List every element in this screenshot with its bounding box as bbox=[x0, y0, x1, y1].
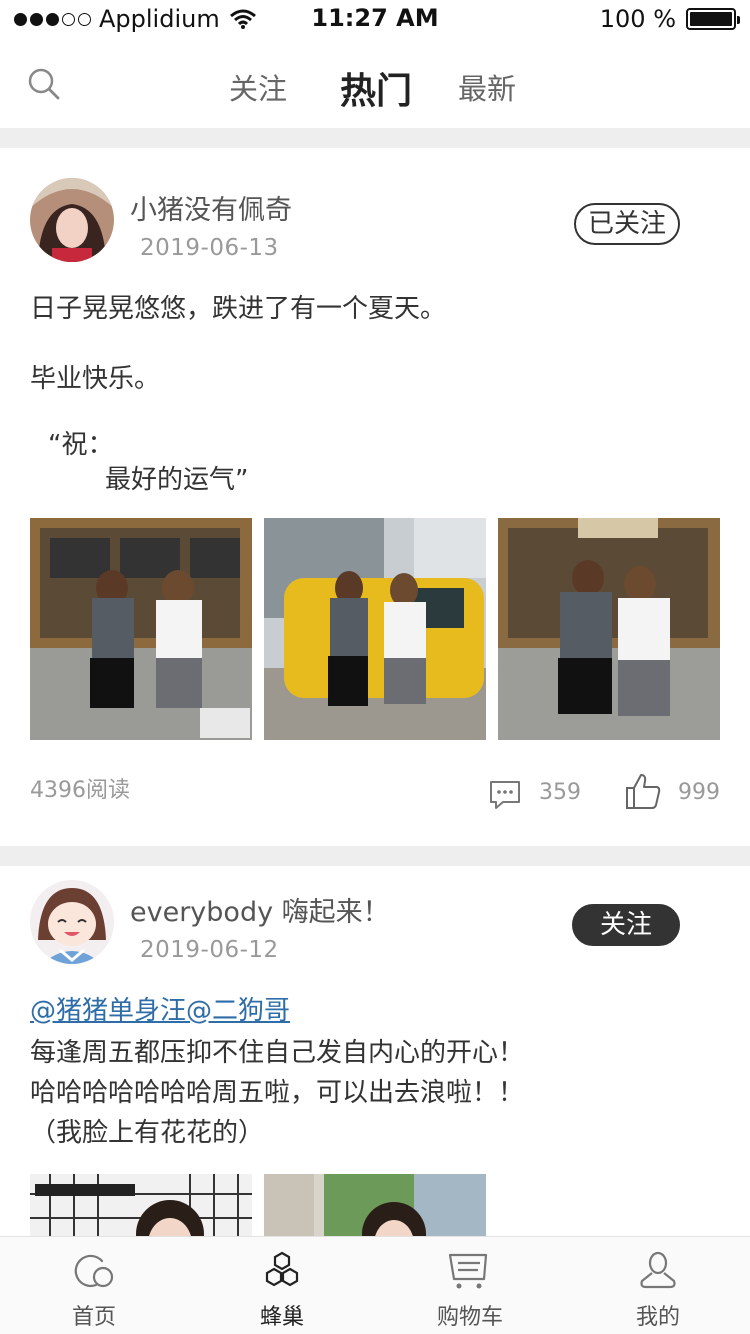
hive-icon bbox=[265, 1251, 299, 1287]
tab-hot[interactable]: 热门 bbox=[340, 62, 412, 114]
tab-hive-label: 蜂巢 bbox=[259, 1305, 304, 1330]
mention-link[interactable]: @猪猪单身汪@二狗哥 bbox=[30, 990, 290, 1027]
section-divider bbox=[0, 846, 750, 866]
comment-count: 359 bbox=[539, 780, 581, 805]
tab-cart-label: 购物车 bbox=[436, 1305, 503, 1330]
tab-home[interactable]: 首页 bbox=[0, 1237, 188, 1334]
post-text-line: 日子晃晃悠悠，跌进了有一个夏天。 bbox=[30, 294, 447, 324]
avatar[interactable] bbox=[30, 178, 114, 262]
post-username[interactable]: 小猪没有佩奇 bbox=[130, 188, 292, 227]
post-username[interactable]: everybody 嗨起来！ bbox=[130, 890, 390, 929]
like-count: 999 bbox=[678, 780, 720, 805]
bottom-tab-bar: 首页 蜂巢 购物车 我的 bbox=[0, 1236, 750, 1334]
post-photo[interactable] bbox=[498, 518, 720, 740]
cart-icon bbox=[448, 1253, 488, 1289]
followed-button[interactable]: 已关注 bbox=[573, 203, 680, 245]
like-icon[interactable] bbox=[624, 772, 662, 810]
home-icon bbox=[74, 1254, 114, 1288]
post-photo[interactable] bbox=[30, 518, 252, 740]
post-card: 小猪没有佩奇 2019-06-13 已关注 日子晃晃悠悠，跌进了有一个夏天。 毕… bbox=[0, 148, 750, 846]
post-photo[interactable] bbox=[264, 1174, 486, 1236]
top-nav: 关注 热门 最新 bbox=[0, 40, 750, 128]
post-photo[interactable] bbox=[264, 518, 486, 740]
feed-tabs: 关注 热门 最新 bbox=[0, 40, 750, 128]
tab-following[interactable]: 关注 bbox=[229, 66, 287, 108]
battery-icon bbox=[686, 8, 740, 30]
follow-button[interactable]: 关注 bbox=[572, 904, 680, 946]
post-text-line: 最好的运气” bbox=[105, 465, 249, 495]
tab-profile-label: 我的 bbox=[635, 1305, 680, 1330]
tab-hive[interactable]: 蜂巢 bbox=[188, 1237, 376, 1334]
tab-profile[interactable]: 我的 bbox=[564, 1237, 750, 1334]
post-text-line: 每逢周五都压抑不住自己发自内心的开心！ bbox=[30, 1038, 525, 1068]
section-divider bbox=[0, 128, 750, 148]
post-text-line: 哈哈哈哈哈哈哈周五啦，可以出去浪啦！！ bbox=[30, 1078, 525, 1108]
post-text-line: 毕业快乐。 bbox=[30, 364, 161, 394]
tab-latest[interactable]: 最新 bbox=[458, 66, 516, 108]
post-date: 2019-06-13 bbox=[140, 235, 279, 261]
post-date: 2019-06-12 bbox=[140, 937, 279, 963]
read-count: 4396阅读 bbox=[30, 778, 130, 803]
status-bar: Applidium 11:27 AM 100 % bbox=[0, 0, 750, 40]
post-text-line: “祝： bbox=[48, 430, 114, 460]
tab-cart[interactable]: 购物车 bbox=[376, 1237, 564, 1334]
post-card: everybody 嗨起来！ 2019-06-12 关注 @猪猪单身汪@二狗哥 … bbox=[0, 866, 750, 1236]
tab-home-label: 首页 bbox=[71, 1305, 116, 1330]
status-right: 100 % bbox=[599, 5, 740, 33]
profile-icon bbox=[640, 1251, 676, 1289]
battery-percentage: 100 % bbox=[599, 5, 676, 33]
post-text-line: （我脸上有花花的） bbox=[30, 1118, 265, 1148]
avatar[interactable] bbox=[30, 880, 114, 964]
comment-icon[interactable] bbox=[488, 778, 522, 812]
post-photo[interactable] bbox=[30, 1174, 252, 1236]
